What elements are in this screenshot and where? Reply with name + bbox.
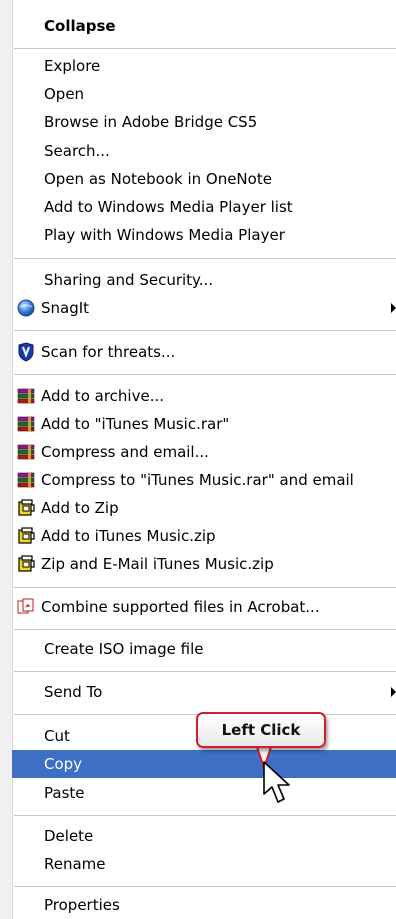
menu-item-add-itunes-zip[interactable]: Add to iTunes Music.zip <box>12 522 396 550</box>
menu-item-copy[interactable]: Copy <box>12 750 396 778</box>
menu-item-send-to[interactable]: Send To <box>12 678 396 706</box>
menu-item-delete[interactable]: Delete <box>12 822 396 850</box>
menu-item-add-wmp-list[interactable]: Add to Windows Media Player list <box>12 193 396 221</box>
mouse-pointer-icon <box>263 761 290 803</box>
menu-item-paste[interactable]: Paste <box>12 779 396 807</box>
menu-item-search[interactable]: Search... <box>12 137 396 165</box>
submenu-arrow-icon <box>391 303 396 313</box>
menu-item-compress-rar-email[interactable]: Compress to "iTunes Music.rar" and email <box>12 466 396 494</box>
menu-item-label: Zip and E-Mail iTunes Music.zip <box>41 555 274 573</box>
shield-icon <box>14 341 38 363</box>
menu-separator <box>14 587 396 588</box>
menu-separator <box>14 671 396 672</box>
menu-separator <box>14 258 396 259</box>
menu-item-add-archive[interactable]: Add to archive... <box>12 382 396 410</box>
menu-item-rename[interactable]: Rename <box>12 850 396 878</box>
winzip-vise-icon <box>14 497 38 519</box>
winrar-books-icon <box>14 385 38 407</box>
menu-separator <box>14 374 396 375</box>
menu-item-label: Add to Windows Media Player list <box>44 198 293 216</box>
menu-item-label: Search... <box>44 142 110 160</box>
menu-item-label: Delete <box>44 827 94 845</box>
menu-item-onenote[interactable]: Open as Notebook in OneNote <box>12 165 396 193</box>
menu-item-label: Properties <box>44 896 120 914</box>
menu-item-label: Compress to "iTunes Music.rar" and email <box>41 471 354 489</box>
menu-item-play-wmp[interactable]: Play with Windows Media Player <box>12 221 396 249</box>
menu-item-label: Explore <box>44 57 101 75</box>
menu-item-label: Add to archive... <box>41 387 164 405</box>
menu-item-label: Open as Notebook in OneNote <box>44 170 272 188</box>
menu-item-label: Cut <box>44 727 70 745</box>
winrar-books-icon <box>14 413 38 435</box>
menu-item-properties[interactable]: Properties <box>12 891 396 919</box>
menu-separator <box>14 815 396 816</box>
snagit-globe-icon <box>14 297 38 319</box>
left-click-callout: Left Click <box>196 712 326 748</box>
winrar-books-icon <box>14 441 38 463</box>
menu-item-label: Rename <box>44 855 106 873</box>
menu-item-label: Add to Zip <box>41 499 119 517</box>
menu-item-label: Send To <box>44 683 103 701</box>
menu-item-label: Combine supported files in Acrobat... <box>41 598 320 616</box>
menu-separator <box>14 48 396 49</box>
menu-item-create-iso[interactable]: Create ISO image file <box>12 635 396 663</box>
menu-item-label: Create ISO image file <box>44 640 204 658</box>
menu-item-label: Collapse <box>44 17 116 35</box>
winrar-books-icon <box>14 469 38 491</box>
menu-item-add-rar[interactable]: Add to "iTunes Music.rar" <box>12 410 396 438</box>
callout-label: Left Click <box>221 721 301 739</box>
menu-item-label: Open <box>44 85 85 103</box>
menu-separator <box>14 629 396 630</box>
submenu-arrow-icon <box>391 687 396 697</box>
menu-item-zip-email[interactable]: Zip and E-Mail iTunes Music.zip <box>12 550 396 578</box>
menu-item-add-zip[interactable]: Add to Zip <box>12 494 396 522</box>
menu-separator <box>14 330 396 331</box>
menu-item-label: Browse in Adobe Bridge CS5 <box>44 113 258 131</box>
menu-item-compress-email[interactable]: Compress and email... <box>12 438 396 466</box>
menu-item-label: Copy <box>44 755 83 773</box>
menu-item-label: Compress and email... <box>41 443 209 461</box>
winzip-vise-icon <box>14 553 38 575</box>
winzip-vise-icon <box>14 525 38 547</box>
menu-item-label: Scan for threats... <box>41 343 176 361</box>
context-menu: Collapse Explore Open Browse in Adobe Br… <box>0 0 396 919</box>
menu-item-browse-bridge[interactable]: Browse in Adobe Bridge CS5 <box>12 108 396 136</box>
acrobat-icon <box>14 596 38 618</box>
menu-item-label: Paste <box>44 784 85 802</box>
menu-item-scan-threats[interactable]: Scan for threats... <box>12 338 396 366</box>
menu-item-sharing[interactable]: Sharing and Security... <box>12 266 396 294</box>
menu-item-snagit[interactable]: SnagIt <box>12 294 396 322</box>
menu-item-explore[interactable]: Explore <box>12 52 396 80</box>
menu-item-label: Add to iTunes Music.zip <box>41 527 216 545</box>
menu-item-label: Add to "iTunes Music.rar" <box>41 415 230 433</box>
menu-item-label: Sharing and Security... <box>44 271 214 289</box>
menu-item-label: SnagIt <box>41 299 90 317</box>
menu-item-label: Play with Windows Media Player <box>44 226 285 244</box>
menu-item-acrobat-combine[interactable]: Combine supported files in Acrobat... <box>12 593 396 621</box>
menu-item-open[interactable]: Open <box>12 80 396 108</box>
menu-item-collapse[interactable]: Collapse <box>12 12 396 40</box>
menu-separator <box>14 886 396 887</box>
